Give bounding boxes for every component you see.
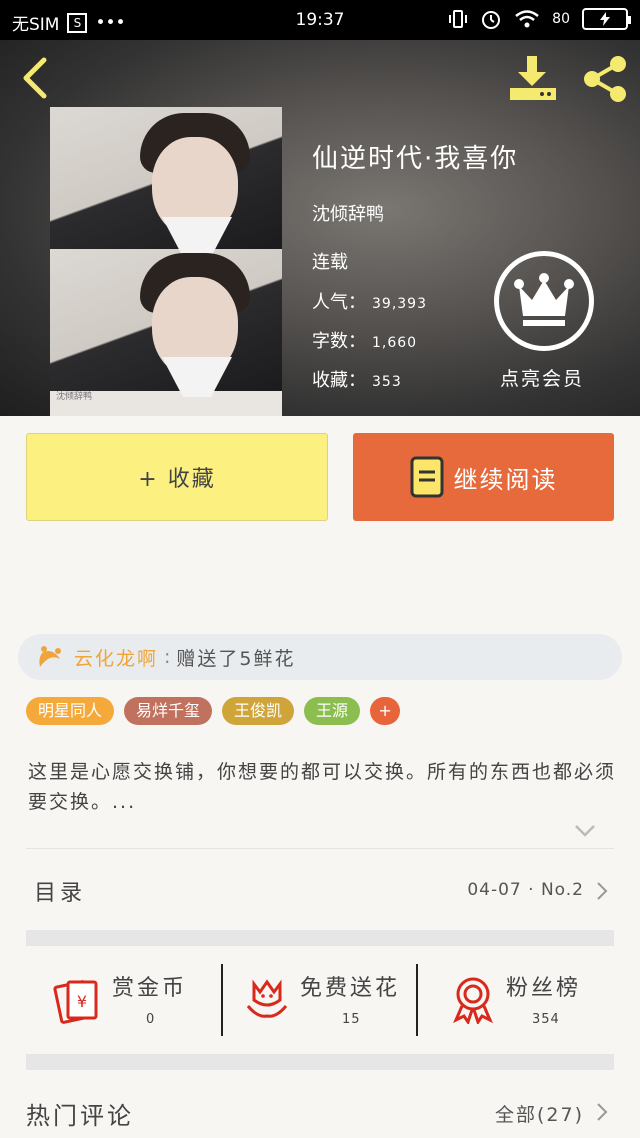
share-button[interactable] (580, 54, 630, 104)
flower-gift-icon (39, 646, 61, 667)
all-comments-link[interactable]: 全部(27) (495, 1100, 584, 1127)
vertical-divider (416, 964, 418, 1036)
tag-item[interactable]: 明星同人 (26, 697, 115, 725)
chevron-right-icon (597, 1103, 608, 1121)
fan-ranking-button[interactable]: 粉丝榜 354 (448, 946, 614, 1054)
flower-icon (246, 979, 288, 1018)
book-cover[interactable]: 沈倾辞鸭 (50, 107, 282, 416)
svg-text:¥: ¥ (77, 992, 87, 1011)
book-author[interactable]: 沈倾辞鸭 (312, 200, 384, 226)
cover-watermark: 沈倾辞鸭 (56, 392, 93, 402)
book-header: 沈倾辞鸭 仙逆时代·我喜你 沈倾辞鸭 连载 人气： 39,393 字数： 1,660… (0, 40, 640, 416)
gift-banner[interactable]: 云化龙啊 : 赠送了5鲜花 (18, 634, 622, 680)
reward-coins-count: 0 (146, 1012, 156, 1027)
table-of-contents-row[interactable]: 目录 04-07 · No.2 (26, 849, 614, 929)
free-flower-label: 免费送花 (300, 976, 401, 1001)
crown-icon (514, 273, 574, 326)
tag-list: 明星同人 易烊千玺 王俊凯 王源 + (26, 697, 401, 725)
chevron-right-icon (597, 882, 608, 900)
section-separator (26, 1054, 614, 1070)
book-icon (410, 456, 443, 498)
red-envelope-icon: ¥ (53, 980, 98, 1024)
hot-comments-header[interactable]: 热门评论 全部(27) (26, 1086, 614, 1138)
section-separator (26, 930, 614, 946)
popularity-label: 人气： (312, 292, 366, 313)
popularity-value: 39,393 (372, 296, 427, 312)
download-button[interactable] (506, 54, 560, 102)
gift-message: 赠送了5鲜花 (176, 647, 296, 670)
download-icon (510, 56, 556, 100)
fan-ranking-count: 354 (532, 1012, 560, 1027)
battery-charging-icon (582, 8, 631, 30)
chevron-down-icon (575, 825, 595, 837)
vertical-divider (221, 964, 223, 1036)
wordcount-stat: 字数： 1,660 (312, 327, 417, 353)
tag-item[interactable]: 王源 (304, 697, 361, 725)
status-bar: 无SIM S ••• 19:37 80 (0, 0, 640, 40)
wifi-icon (515, 10, 539, 28)
battery-percent: 80 (552, 11, 570, 27)
vip-button[interactable] (494, 251, 594, 351)
share-icon (584, 56, 626, 102)
favorites-label: 收藏： (312, 370, 366, 391)
back-chevron-icon (23, 57, 47, 99)
expand-description-button[interactable] (574, 823, 596, 837)
gift-sender: 云化龙啊 (74, 647, 159, 670)
vip-label[interactable]: 点亮会员 (500, 364, 584, 391)
toc-latest-chapter: 04-07 · No.2 (467, 880, 584, 900)
book-description: 这里是心愿交换铺，你想要的都可以交换。所有的东西也都必须要交换。... (28, 761, 617, 813)
add-tag-button[interactable]: + (370, 697, 401, 725)
tag-item[interactable]: 王俊凯 (222, 697, 295, 725)
reward-coins-label: 赏金币 (112, 976, 188, 1001)
continue-reading-label: 继续阅读 (453, 465, 558, 494)
vibrate-icon (449, 10, 468, 28)
favorites-value: 353 (372, 374, 402, 390)
alarm-icon (482, 11, 501, 29)
gift-separator: : (164, 646, 171, 668)
book-title: 仙逆时代·我喜你 (312, 144, 519, 174)
popularity-stat: 人气： 39,393 (312, 288, 427, 314)
hot-comments-title: 热门评论 (26, 1102, 134, 1130)
wordcount-label: 字数： (312, 331, 366, 352)
medal-icon (453, 977, 493, 1024)
reward-coins-button[interactable]: ¥ 赏金币 0 (52, 946, 232, 1054)
continue-reading-button[interactable]: 继续阅读 (353, 433, 614, 521)
fan-ranking-label: 粉丝榜 (506, 976, 582, 1001)
collect-button[interactable]: + 收藏 (26, 433, 328, 521)
book-status: 连载 (312, 252, 348, 273)
support-actions: ¥ 赏金币 0 免费送花 15 粉丝榜 354 (26, 946, 614, 1054)
free-flower-button[interactable]: 免费送花 15 (242, 946, 422, 1054)
wordcount-value: 1,660 (372, 335, 418, 351)
free-flower-count: 15 (342, 1012, 361, 1027)
back-button[interactable] (16, 56, 56, 100)
toc-title: 目录 (34, 881, 87, 906)
favorites-stat: 收藏： 353 (312, 366, 402, 392)
tag-item[interactable]: 易烊千玺 (124, 697, 213, 725)
